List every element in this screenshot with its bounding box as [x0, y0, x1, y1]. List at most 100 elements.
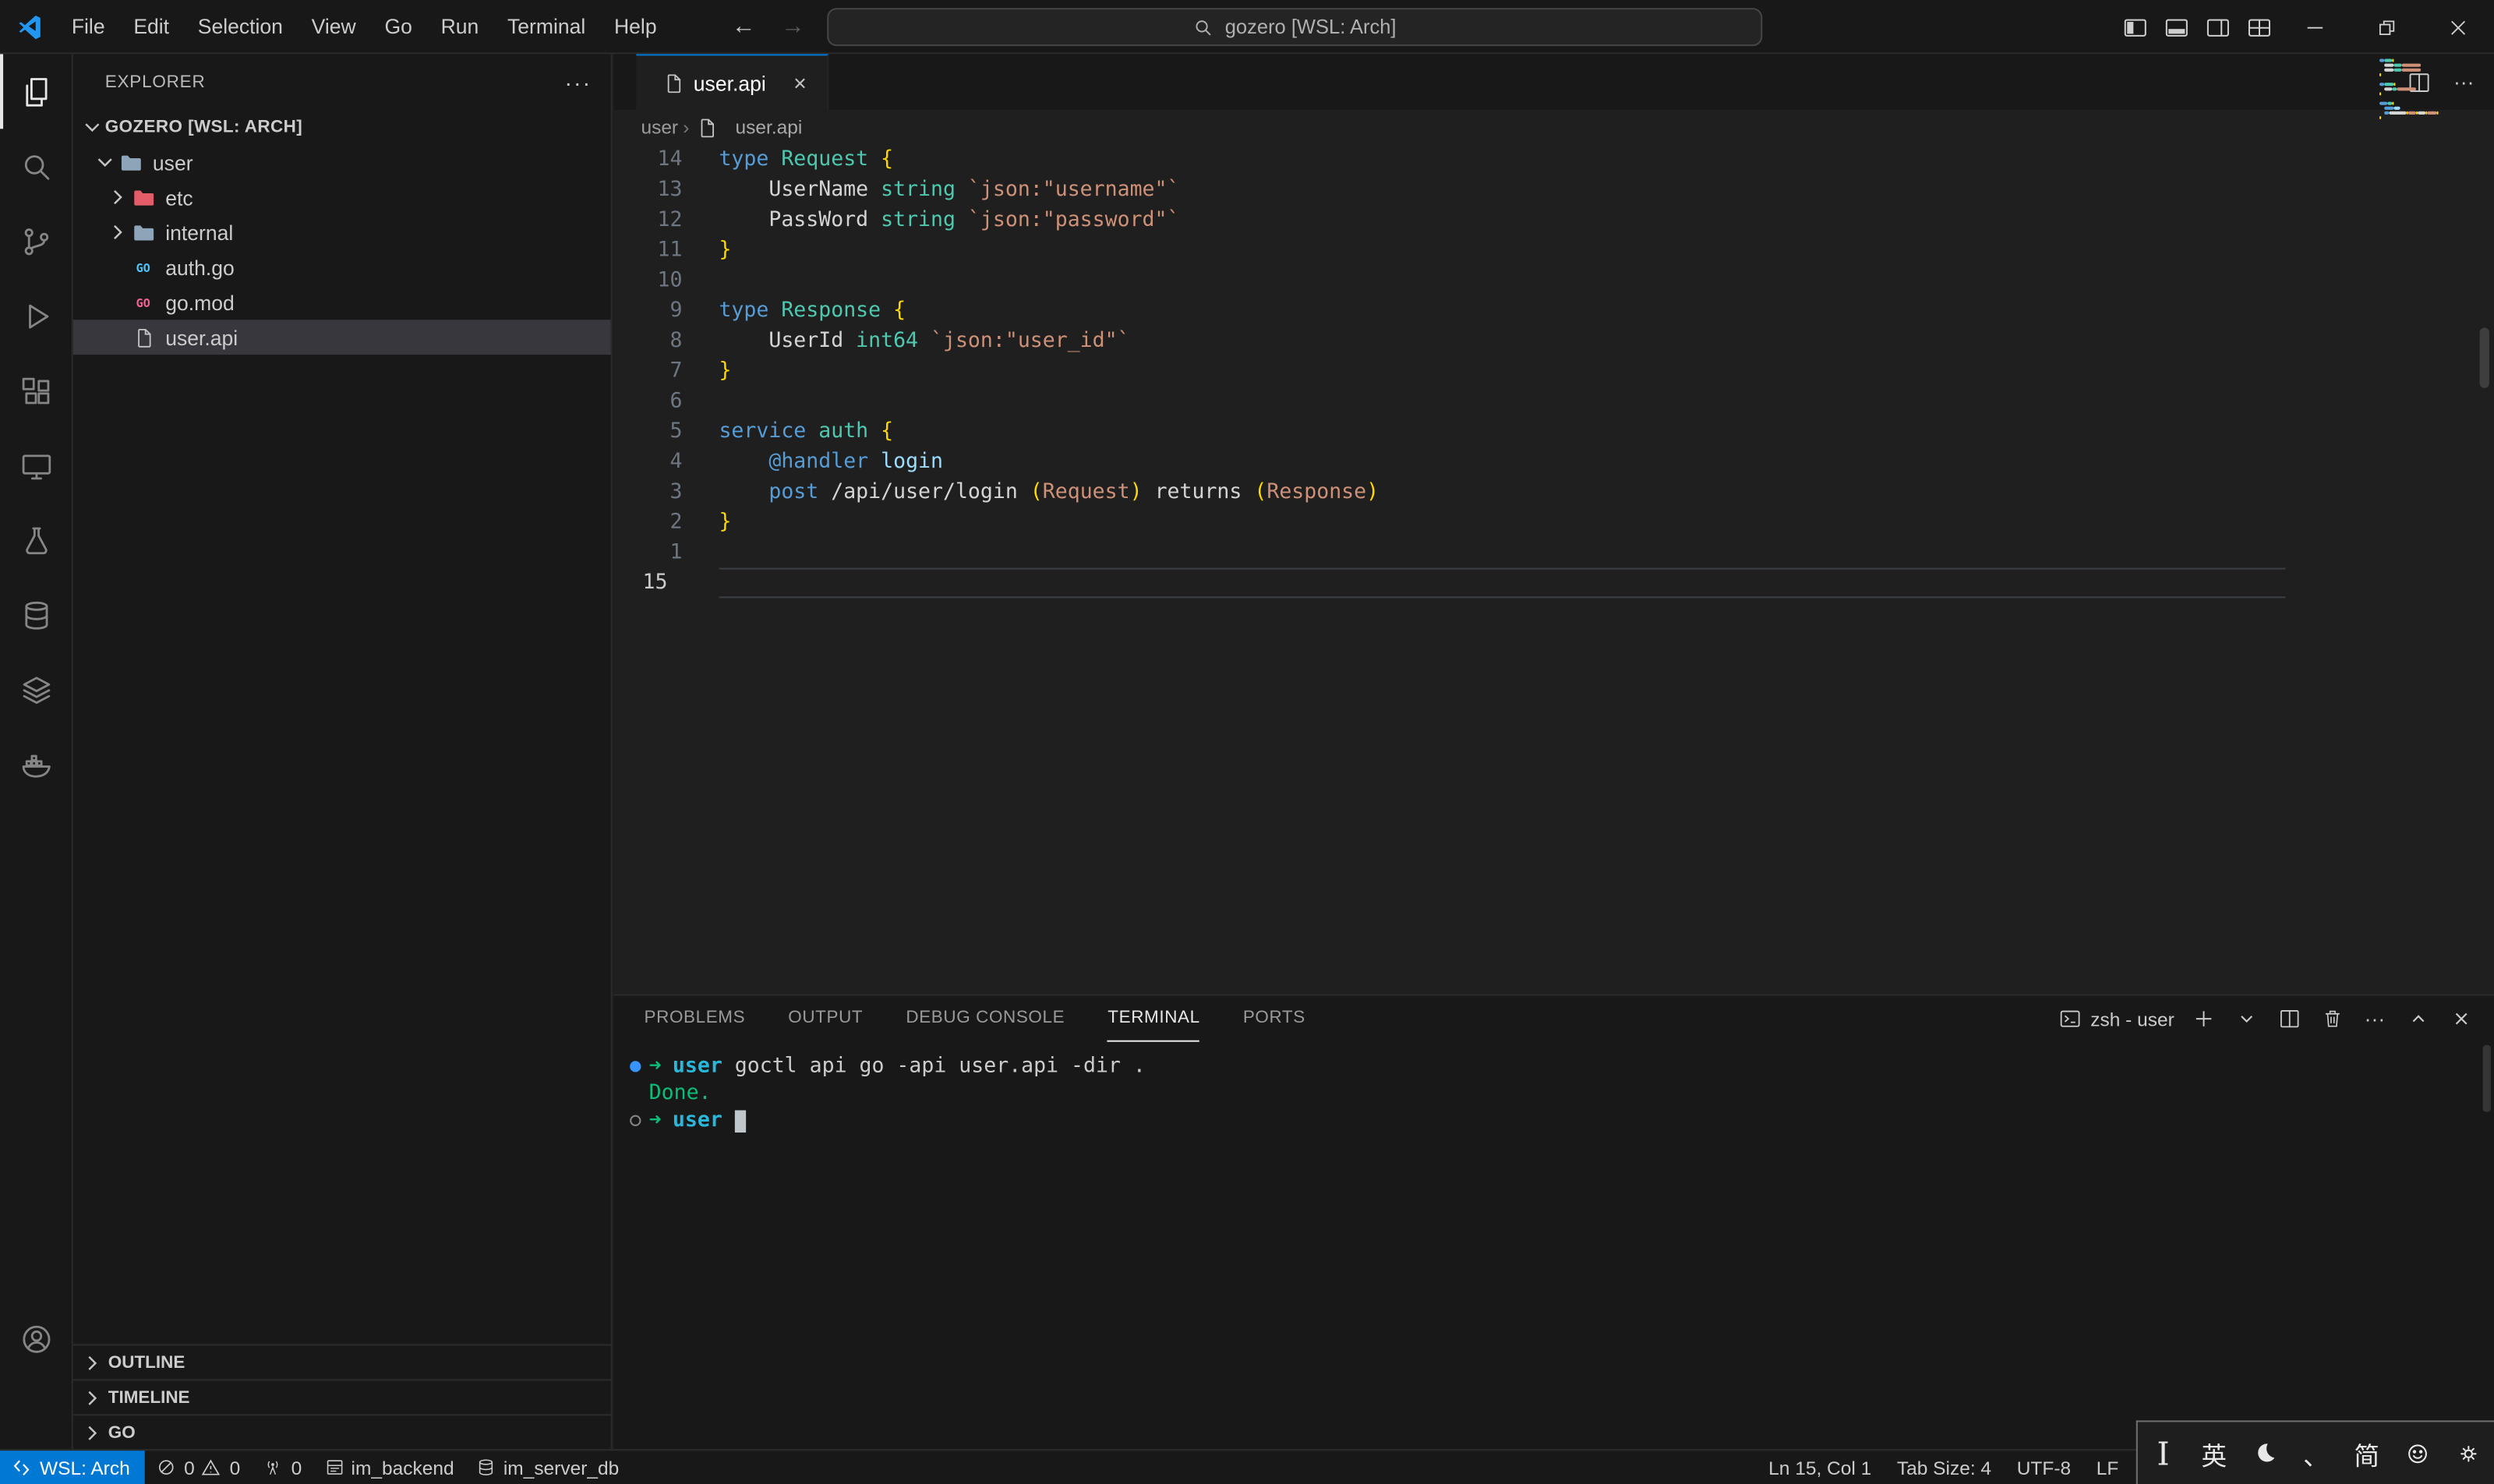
connection-im-server-db[interactable]: im_server_db [465, 1450, 631, 1484]
command-center-label: gozero [WSL: Arch] [1225, 16, 1397, 38]
tree-item-go-mod[interactable]: GOgo.mod [73, 284, 611, 320]
chevron-right-icon [79, 1385, 105, 1411]
back-arrow-icon[interactable]: ← [732, 12, 756, 40]
tab-close-icon[interactable]: × [786, 69, 814, 97]
command-center[interactable]: gozero [WSL: Arch] [827, 8, 1762, 46]
activitybar-docker[interactable] [0, 727, 72, 802]
menu-terminal[interactable]: Terminal [493, 7, 600, 45]
tree-item-internal[interactable]: internal [73, 215, 611, 250]
ime-moon-button[interactable] [2248, 1429, 2283, 1477]
explorer-more-actions-icon[interactable]: ··· [564, 69, 592, 95]
connection-label: im_backend [351, 1456, 454, 1479]
workspace-section-header[interactable]: GOZERO [WSL: ARCH] [73, 110, 611, 145]
breadcrumb-folder[interactable]: user [641, 116, 678, 139]
chevron-down-icon [92, 150, 118, 175]
tree-item-user[interactable]: user [73, 145, 611, 180]
search-icon [1193, 16, 1214, 37]
terminal-content[interactable]: ➜user goctl api go -api user.api -dir .D… [614, 1042, 2494, 1134]
menu-file[interactable]: File [57, 7, 118, 45]
activitybar-database[interactable] [0, 578, 72, 652]
menu-view[interactable]: View [297, 7, 370, 45]
code-line: 8 UserId int64 `json:"user_id"` [614, 326, 2494, 356]
panel-tab-output[interactable]: OUTPUT [788, 996, 863, 1042]
ports-status[interactable]: 0 [252, 1450, 313, 1484]
activitybar-search[interactable] [0, 129, 72, 203]
chevron-right-icon [105, 185, 131, 210]
gear-icon [2456, 1440, 2482, 1466]
connection-im-backend[interactable]: im_backend [313, 1450, 465, 1484]
file-icon [660, 70, 686, 96]
panel-header: PROBLEMS OUTPUT DEBUG CONSOLE TERMINAL PORTS… [614, 996, 2494, 1042]
panel-more-actions-icon[interactable]: ··· [2361, 1005, 2390, 1034]
panel-scrollbar[interactable] [2483, 1045, 2491, 1112]
customize-layout-icon[interactable] [2238, 6, 2279, 48]
section-timeline[interactable]: TIMELINE [73, 1379, 611, 1414]
maximize-panel-icon[interactable] [2404, 1005, 2432, 1034]
split-terminal-icon[interactable] [2274, 1005, 2303, 1034]
activitybar-explorer[interactable] [0, 54, 72, 129]
toggle-panel-icon[interactable] [2155, 6, 2196, 48]
kill-terminal-icon[interactable] [2317, 1005, 2346, 1034]
close-button[interactable] [2422, 0, 2494, 54]
terminal-dropdown-icon[interactable] [2231, 1005, 2260, 1034]
minimize-button[interactable] [2279, 0, 2351, 54]
line-number: 2 [614, 507, 683, 538]
code-line: 10 [614, 266, 2494, 296]
activitybar-testing[interactable] [0, 503, 72, 578]
status-tab-size[interactable]: Tab Size: 4 [1885, 1450, 2005, 1484]
problems-status[interactable]: 0 0 [144, 1450, 251, 1484]
panel-tab-problems[interactable]: PROBLEMS [645, 996, 746, 1042]
activitybar-layers[interactable] [0, 652, 72, 727]
toggle-secondary-sidebar-icon[interactable] [2196, 6, 2238, 48]
tree-item-user-api[interactable]: user.api [73, 320, 611, 355]
new-terminal-icon[interactable] [2188, 1005, 2217, 1034]
ime-emoji-button[interactable] [2400, 1429, 2436, 1477]
emoji-icon [2405, 1440, 2431, 1466]
menu-selection[interactable]: Selection [183, 7, 297, 45]
ime-mode-简[interactable]: 简 [2349, 1429, 2384, 1477]
line-number: 8 [614, 326, 683, 356]
code-editor[interactable]: 14type Request {13 UserName string `json… [614, 145, 2494, 599]
sidebar-header: EXPLORER ··· [73, 54, 611, 109]
panel-tab-debug-console[interactable]: DEBUG CONSOLE [906, 996, 1065, 1042]
editor-group: user.api × ··· user › user.api 14type Re… [614, 54, 2494, 994]
activitybar-extensions[interactable] [0, 353, 72, 428]
tab-user-api[interactable]: user.api × [636, 54, 828, 109]
ime-mode-、[interactable]: 、 [2298, 1429, 2333, 1477]
section-go[interactable]: GO [73, 1414, 611, 1449]
panel-tab-terminal[interactable]: TERMINAL [1107, 996, 1199, 1042]
tree-item-auth-go[interactable]: GOauth.go [73, 249, 611, 284]
close-panel-icon[interactable] [2446, 1005, 2475, 1034]
database-icon [476, 1457, 497, 1478]
panel-tab-ports[interactable]: PORTS [1243, 996, 1305, 1042]
activitybar-accounts[interactable] [0, 1301, 72, 1376]
extensions-icon [18, 373, 53, 408]
sidebar-title: EXPLORER [105, 72, 206, 91]
activitybar-source-control[interactable] [0, 203, 72, 278]
tree-item-etc[interactable]: etc [73, 180, 611, 215]
restore-button[interactable] [2351, 0, 2422, 54]
menu-go[interactable]: Go [370, 7, 426, 45]
toggle-sidebar-icon[interactable] [2114, 6, 2155, 48]
menu-run[interactable]: Run [426, 7, 493, 45]
code-line: 15 [614, 568, 2494, 599]
breadcrumb-file[interactable]: user.api [694, 115, 802, 140]
tree-item-label: go.mod [165, 290, 235, 314]
remote-indicator[interactable]: WSL: Arch [0, 1450, 144, 1484]
server-icon [324, 1457, 345, 1478]
status-eol[interactable]: LF [2083, 1450, 2131, 1484]
terminal-session-label[interactable]: zsh - user [2058, 1007, 2174, 1031]
editor-scrollbar[interactable] [2480, 327, 2489, 388]
activitybar-remote-explorer[interactable] [0, 428, 72, 503]
status-cursor-position[interactable]: Ln 15, Col 1 [1756, 1450, 1885, 1484]
minimap[interactable] [2379, 59, 2471, 126]
ime-mode-英[interactable]: 英 [2196, 1429, 2231, 1477]
ime-gear-button[interactable] [2451, 1429, 2486, 1477]
folder-icon [130, 185, 156, 210]
forward-arrow-icon[interactable]: → [781, 12, 805, 40]
section-outline[interactable]: OUTLINE [73, 1344, 611, 1379]
menu-edit[interactable]: Edit [119, 7, 183, 45]
status-encoding[interactable]: UTF-8 [2004, 1450, 2083, 1484]
activitybar-run-debug[interactable] [0, 278, 72, 353]
menu-help[interactable]: Help [600, 7, 671, 45]
